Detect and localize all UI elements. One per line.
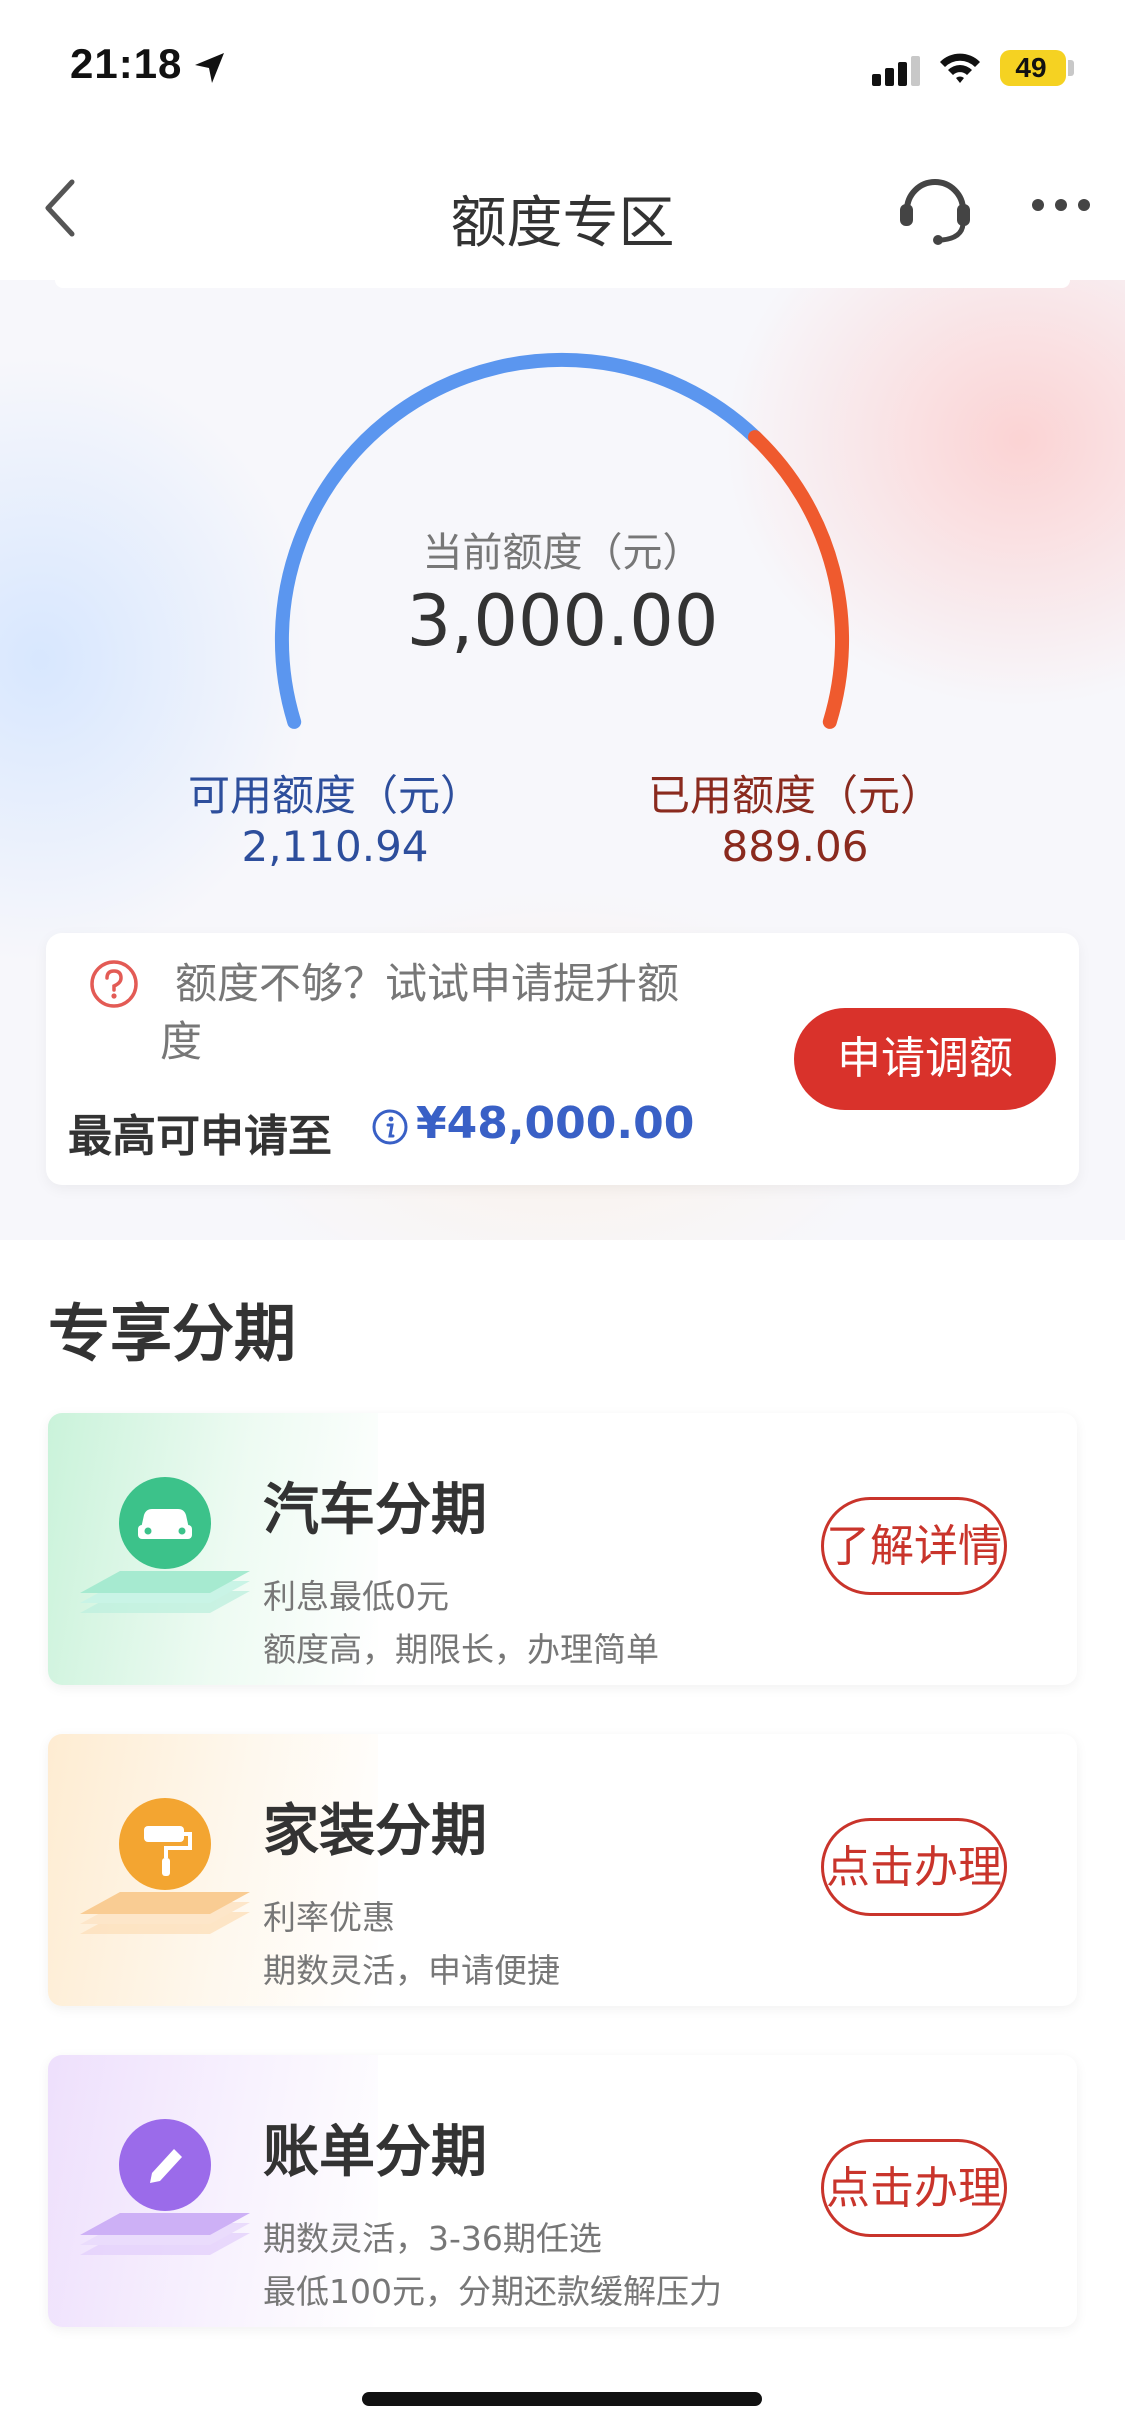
current-limit-value: 3,000.00 (406, 580, 719, 662)
car-icon (80, 1477, 250, 1613)
product-card-car[interactable]: 汽车分期 利息最低0元 额度高，期限长，办理简单 了解详情 (48, 1413, 1077, 1685)
section-title: 专享分期 (48, 1297, 297, 1370)
product-line2: 额度高，期限长，办理简单 (263, 1630, 659, 1669)
apply-now-button[interactable]: 点击办理 (821, 1818, 1007, 1916)
product-line1: 利率优惠 (263, 1898, 395, 1937)
product-title: 账单分期 (263, 2120, 487, 2185)
more-options-icon[interactable] (1030, 197, 1092, 213)
limit-hint-text: 额度不够？试试申请提升额 (175, 959, 680, 1008)
wifi-icon (940, 53, 980, 83)
product-card-bill[interactable]: 账单分期 期数灵活，3-36期任选 最低100元，分期还款缓解压力 点击办理 (48, 2055, 1077, 2327)
home-indicator (362, 2392, 762, 2406)
product-card-home[interactable]: 家装分期 利率优惠 期数灵活，申请便捷 点击办理 (48, 1734, 1077, 2006)
info-icon[interactable] (371, 1108, 409, 1146)
product-line1: 期数灵活，3-36期任选 (263, 2219, 602, 2258)
apply-limit-increase-button[interactable]: 申请调额 (794, 1008, 1056, 1110)
battery-level: 49 (1015, 52, 1047, 83)
status-time: 21:18 (70, 40, 183, 87)
used-limit-label: 已用额度（元） (647, 771, 942, 820)
cellular-signal-icon (872, 56, 920, 86)
product-line1: 利息最低0元 (263, 1577, 449, 1616)
question-circle-icon[interactable] (88, 958, 140, 1010)
product-title: 家装分期 (263, 1799, 487, 1864)
current-limit-label: 当前额度（元） (422, 530, 703, 576)
max-limit-label: 最高可申请至 (68, 1111, 332, 1162)
product-title: 汽车分期 (263, 1478, 487, 1543)
customer-service-icon[interactable] (896, 168, 974, 248)
used-limit-value: 889.06 (721, 822, 869, 871)
location-arrow-icon (195, 53, 224, 83)
max-limit-amount: ¥48,000.00 (416, 1098, 695, 1149)
apply-now-button[interactable]: 点击办理 (821, 2139, 1007, 2237)
limit-hint-text-line2: 度 (160, 1017, 203, 1066)
learn-more-button[interactable]: 了解详情 (821, 1497, 1007, 1595)
product-line2: 期数灵活，申请便捷 (263, 1951, 560, 1990)
product-line2: 最低100元，分期还款缓解压力 (263, 2272, 722, 2311)
battery-tip (1068, 60, 1074, 76)
available-limit-label: 可用额度（元） (187, 771, 482, 820)
available-limit-value: 2,110.94 (241, 822, 429, 871)
paint-roller-icon (80, 1798, 250, 1934)
pencil-icon (80, 2119, 250, 2255)
